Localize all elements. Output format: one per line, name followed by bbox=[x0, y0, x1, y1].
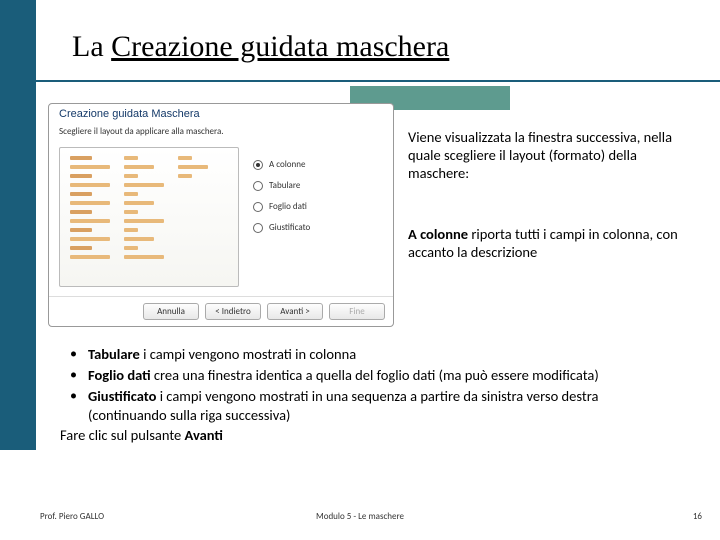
footer-page-number: 16 bbox=[693, 511, 702, 522]
radio-icon bbox=[253, 160, 263, 170]
bold-term: Avanti bbox=[185, 426, 223, 444]
layout-options: A colonne Tabulare Foglio dati Giustific… bbox=[253, 147, 383, 296]
dialog-button-row: Annulla < Indietro Avanti > Fine bbox=[49, 296, 393, 326]
text: crea una finestra identica a quella del … bbox=[151, 366, 599, 384]
radio-icon bbox=[253, 223, 263, 233]
text: Viene visualizzata la finestra successiv… bbox=[408, 128, 672, 182]
form-wizard-dialog: Creazione guidata Maschera Scegliere il … bbox=[48, 103, 394, 327]
bold-term: A colonne bbox=[408, 225, 468, 243]
dialog-subtitle: Scegliere il layout da applicare alla ma… bbox=[49, 120, 393, 141]
radio-icon bbox=[253, 202, 263, 212]
dialog-title: Creazione guidata Maschera bbox=[49, 104, 393, 120]
bold-term: Giustificato bbox=[88, 387, 156, 405]
next-button[interactable]: Avanti > bbox=[267, 303, 323, 320]
option-label: A colonne bbox=[269, 159, 305, 170]
radio-icon bbox=[253, 181, 263, 191]
option-tabulare[interactable]: Tabulare bbox=[253, 180, 383, 191]
slide-title: La Creazione guidata maschera bbox=[72, 30, 449, 64]
option-foglio-dati[interactable]: Foglio dati bbox=[253, 201, 383, 212]
list-item: Tabulare i campi vengono mostrati in col… bbox=[60, 345, 680, 364]
closing-sentence: Fare clic sul pulsante Avanti bbox=[60, 426, 680, 445]
option-label: Tabulare bbox=[269, 180, 300, 191]
description-paragraph-2: A colonne riporta tutti i campi in colon… bbox=[408, 225, 698, 261]
bold-term: Tabulare bbox=[88, 345, 140, 363]
slide-accent-bar bbox=[0, 0, 36, 450]
option-label: Giustificato bbox=[269, 222, 310, 233]
footer-module: Modulo 5 - Le maschere bbox=[0, 511, 720, 522]
layout-preview bbox=[59, 147, 239, 287]
title-text-underline: Creazione guidata maschera bbox=[111, 30, 449, 63]
bold-term: Foglio dati bbox=[88, 366, 151, 384]
description-paragraph-1: Viene visualizzata la finestra successiv… bbox=[408, 128, 698, 182]
option-a-colonne[interactable]: A colonne bbox=[253, 159, 383, 170]
title-text-plain: La bbox=[72, 30, 111, 63]
text: i campi vengono mostrati in una sequenza… bbox=[88, 387, 598, 424]
text: i campi vengono mostrati in colonna bbox=[140, 345, 356, 363]
cancel-button[interactable]: Annulla bbox=[143, 303, 199, 320]
list-item: Foglio dati crea una finestra identica a… bbox=[60, 366, 680, 385]
back-button[interactable]: < Indietro bbox=[205, 303, 261, 320]
list-item: Giustificato i campi vengono mostrati in… bbox=[60, 387, 680, 425]
text: Fare clic sul pulsante bbox=[60, 426, 185, 444]
option-giustificato[interactable]: Giustificato bbox=[253, 222, 383, 233]
option-label: Foglio dati bbox=[269, 201, 307, 212]
title-underline-rule bbox=[0, 80, 720, 82]
bullet-list-section: Tabulare i campi vengono mostrati in col… bbox=[60, 345, 680, 445]
finish-button[interactable]: Fine bbox=[329, 303, 385, 320]
